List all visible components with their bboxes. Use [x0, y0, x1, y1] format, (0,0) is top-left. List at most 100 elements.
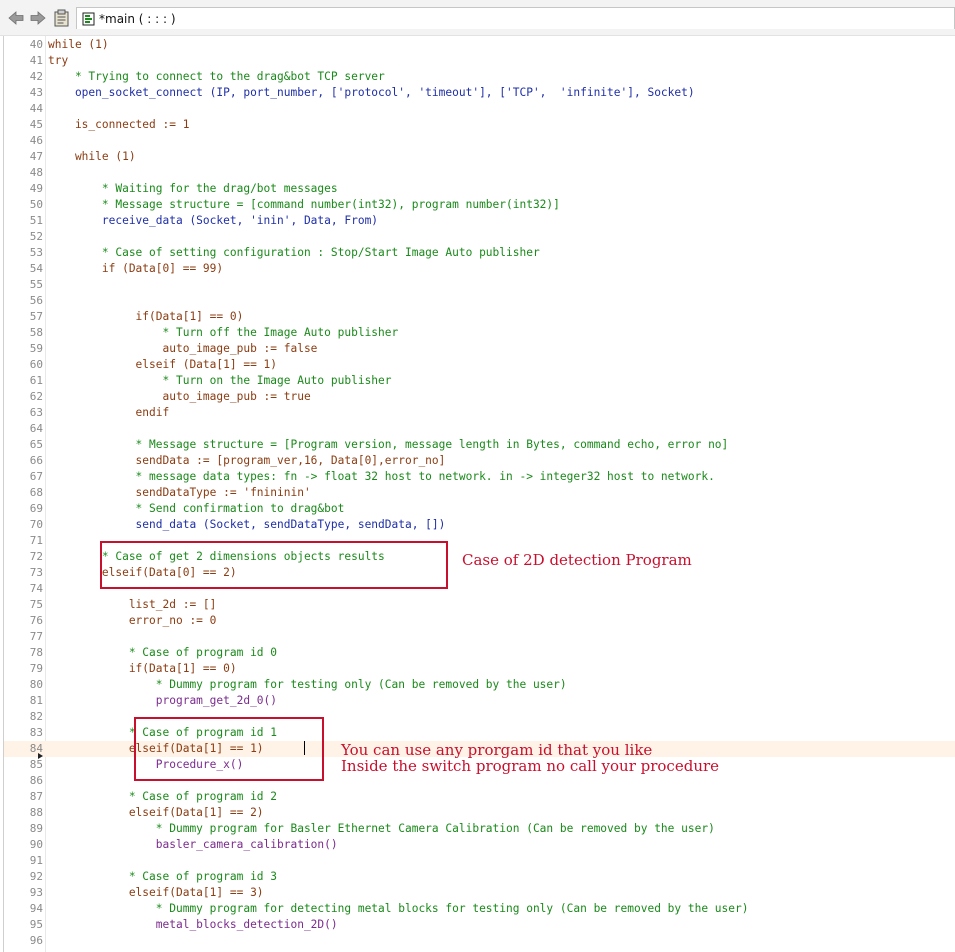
- code-text: receive_data (Socket, 'inin', Data, From…: [48, 214, 379, 227]
- code-line[interactable]: 42 * Trying to connect to the drag&bot T…: [4, 69, 955, 85]
- line-number: 96: [29, 934, 43, 947]
- code-line[interactable]: 79 if(Data[1] == 0): [4, 661, 955, 677]
- line-number: 48: [29, 166, 43, 179]
- code-line[interactable]: 62 auto_image_pub := true: [4, 389, 955, 405]
- annotation-note-program-id: You can use any prorgam id that you like: [341, 741, 653, 759]
- code-line[interactable]: 93 elseif(Data[1] == 3): [4, 885, 955, 901]
- line-number: 87: [29, 790, 43, 803]
- code-line[interactable]: 58 * Turn off the Image Auto publisher: [4, 325, 955, 341]
- code-line[interactable]: 90 basler_camera_calibration(): [4, 837, 955, 853]
- code-line[interactable]: 81 program_get_2d_0(): [4, 693, 955, 709]
- code-text: * Turn off the Image Auto publisher: [48, 326, 399, 339]
- tab-title: *main ( : : : ): [99, 11, 176, 26]
- line-number: 95: [29, 918, 43, 931]
- code-line[interactable]: 61 * Turn on the Image Auto publisher: [4, 373, 955, 389]
- code-text: if(Data[1] == 0): [48, 310, 244, 323]
- code-line[interactable]: 64: [4, 421, 955, 437]
- code-text: * Case of program id 3: [48, 870, 278, 883]
- line-number: 83: [29, 726, 43, 739]
- code-text: if (Data[0] == 99): [48, 262, 224, 275]
- line-number: 63: [29, 406, 43, 419]
- code-line[interactable]: 65 * Message structure = [Program versio…: [4, 437, 955, 453]
- code-line[interactable]: 75 list_2d := []: [4, 597, 955, 613]
- line-number: 66: [29, 454, 43, 467]
- code-editor[interactable]: 40 while (1) 41 try 42 * Trying to connect t…: [3, 36, 955, 952]
- code-line[interactable]: 41 try: [4, 53, 955, 69]
- line-number: 64: [29, 422, 43, 435]
- annotation-box-program-id-1: [134, 717, 324, 781]
- tab-main[interactable]: *main ( : : : ): [76, 7, 955, 29]
- code-line[interactable]: 68 sendDataType := 'fnininin': [4, 485, 955, 501]
- code-line[interactable]: 50 * Message structure = [command number…: [4, 197, 955, 213]
- line-number: 59: [29, 342, 43, 355]
- code-text: * Case of program id 2: [48, 790, 278, 803]
- code-line[interactable]: 47 while (1): [4, 149, 955, 165]
- code-line[interactable]: 70 send_data (Socket, sendDataType, send…: [4, 517, 955, 533]
- code-line[interactable]: 96: [4, 933, 955, 949]
- code-line[interactable]: 76 error_no := 0: [4, 613, 955, 629]
- line-number: 51: [29, 214, 43, 227]
- code-text: try: [48, 54, 69, 67]
- code-line[interactable]: 52: [4, 229, 955, 245]
- line-number: 40: [29, 38, 43, 51]
- code-line[interactable]: 87 * Case of program id 2: [4, 789, 955, 805]
- code-line[interactable]: 95 metal_blocks_detection_2D(): [4, 917, 955, 933]
- line-number: 69: [29, 502, 43, 515]
- line-number: 93: [29, 886, 43, 899]
- code-line[interactable]: 89 * Dummy program for Basler Ethernet C…: [4, 821, 955, 837]
- code-text: auto_image_pub := true: [48, 390, 311, 403]
- code-line[interactable]: 91: [4, 853, 955, 869]
- line-number: 55: [29, 278, 43, 291]
- code-line[interactable]: 56: [4, 293, 955, 309]
- code-text: * Message structure = [Program version, …: [48, 438, 729, 451]
- code-line[interactable]: 92 * Case of program id 3: [4, 869, 955, 885]
- code-line[interactable]: 88 elseif(Data[1] == 2): [4, 805, 955, 821]
- forward-button[interactable]: [29, 9, 47, 27]
- back-button[interactable]: [7, 9, 25, 27]
- code-line[interactable]: 67 * message data types: fn -> float 32 …: [4, 469, 955, 485]
- code-line[interactable]: 57 if(Data[1] == 0): [4, 309, 955, 325]
- code-line[interactable]: 80 * Dummy program for testing only (Can…: [4, 677, 955, 693]
- code-text: list_2d := []: [48, 598, 217, 611]
- annotation-note-procedure: Inside the switch program no call your p…: [341, 757, 720, 775]
- code-line[interactable]: 69 * Send confirmation to drag&bot: [4, 501, 955, 517]
- code-line[interactable]: 78 * Case of program id 0: [4, 645, 955, 661]
- code-line[interactable]: 60 elseif (Data[1] == 1): [4, 357, 955, 373]
- code-line[interactable]: 63 endif: [4, 405, 955, 421]
- code-text: * Dummy program for testing only (Can be…: [48, 678, 567, 691]
- line-number: 89: [29, 822, 43, 835]
- code-line[interactable]: 94 * Dummy program for detecting metal b…: [4, 901, 955, 917]
- code-text: * Turn on the Image Auto publisher: [48, 374, 392, 387]
- line-number: 73: [29, 566, 43, 579]
- code-line[interactable]: 66 sendData := [program_ver,16, Data[0],…: [4, 453, 955, 469]
- code-line[interactable]: 49 * Waiting for the drag/bot messages: [4, 181, 955, 197]
- code-line[interactable]: 53 * Case of setting configuration : Sto…: [4, 245, 955, 261]
- clipboard-button[interactable]: [53, 9, 71, 27]
- code-text: while (1): [48, 150, 136, 163]
- code-line[interactable]: 48: [4, 165, 955, 181]
- line-number: 88: [29, 806, 43, 819]
- line-number: 68: [29, 486, 43, 499]
- procedure-icon: [82, 12, 95, 26]
- line-number: 81: [29, 694, 43, 707]
- line-number: 45: [29, 118, 43, 131]
- code-line[interactable]: 46: [4, 133, 955, 149]
- code-text: error_no := 0: [48, 614, 217, 627]
- code-line[interactable]: 51 receive_data (Socket, 'inin', Data, F…: [4, 213, 955, 229]
- code-line[interactable]: 44: [4, 101, 955, 117]
- line-number: 90: [29, 838, 43, 851]
- code-line[interactable]: 45 is_connected := 1: [4, 117, 955, 133]
- code-line[interactable]: 77: [4, 629, 955, 645]
- line-number: 50: [29, 198, 43, 211]
- code-line[interactable]: 43 open_socket_connect (IP, port_number,…: [4, 85, 955, 101]
- code-line[interactable]: 54 if (Data[0] == 99): [4, 261, 955, 277]
- annotation-note-2d: Case of 2D detection Program: [462, 551, 692, 569]
- code-line[interactable]: 40 while (1): [4, 37, 955, 53]
- code-text: send_data (Socket, sendDataType, sendDat…: [48, 518, 446, 531]
- code-line[interactable]: 59 auto_image_pub := false: [4, 341, 955, 357]
- line-number: 67: [29, 470, 43, 483]
- code-text: elseif(Data[1] == 3): [48, 886, 264, 899]
- code-text: program_get_2d_0(): [48, 694, 278, 707]
- line-number: 71: [29, 534, 43, 547]
- code-line[interactable]: 55: [4, 277, 955, 293]
